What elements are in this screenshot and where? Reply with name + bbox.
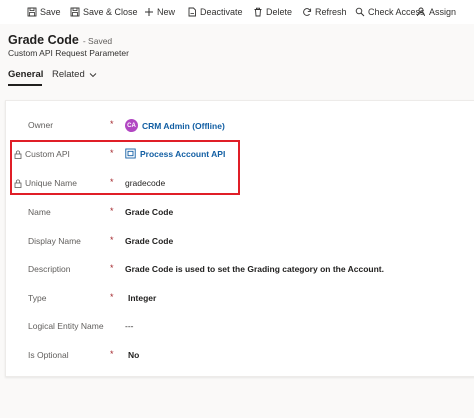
check-access-button[interactable]: Check Access	[355, 0, 425, 24]
save-and-close-label: Save & Close	[83, 7, 138, 17]
display-name-row: Display Name * Grade Code	[6, 233, 474, 253]
delete-label: Delete	[266, 7, 293, 17]
type-value[interactable]: Integer	[128, 293, 156, 303]
is-optional-label: Is Optional	[28, 350, 69, 360]
logical-entity-name-value[interactable]: ---	[125, 321, 134, 331]
unique-name-label-group: Unique Name	[14, 178, 77, 188]
display-name-value[interactable]: Grade Code	[125, 236, 173, 246]
is-optional-value[interactable]: No	[128, 350, 139, 360]
refresh-label: Refresh	[315, 7, 347, 17]
logical-entity-name-label: Logical Entity Name	[28, 321, 104, 331]
name-row: Name * Grade Code	[6, 204, 474, 224]
description-value[interactable]: Grade Code is used to set the Grading ca…	[125, 264, 384, 274]
unique-name-label: Unique Name	[25, 178, 77, 188]
save-button[interactable]: Save	[27, 0, 61, 24]
deactivate-button[interactable]: Deactivate	[187, 0, 243, 24]
custom-api-entity-icon	[125, 148, 136, 159]
save-label: Save	[40, 7, 61, 17]
delete-button[interactable]: Delete	[253, 0, 292, 24]
person-icon	[417, 7, 425, 17]
title-row: Grade Code - Saved	[8, 33, 112, 47]
custom-api-label-group: Custom API	[14, 149, 70, 159]
type-label: Type	[28, 293, 47, 303]
unique-name-row: Unique Name * gradecode	[6, 175, 474, 195]
record-title: Grade Code	[8, 33, 79, 47]
owner-label: Owner	[28, 120, 54, 130]
magnifier-icon	[355, 7, 365, 17]
refresh-icon	[303, 8, 312, 16]
assign-label: Assign	[429, 7, 457, 17]
display-name-label: Display Name	[28, 236, 81, 246]
required-indicator: *	[110, 177, 114, 187]
assign-button[interactable]: Assign	[416, 0, 456, 24]
required-indicator: *	[110, 292, 114, 302]
save-close-icon	[70, 7, 80, 17]
owner-value[interactable]: CRM Admin (Offline)	[142, 121, 225, 131]
save-and-close-button[interactable]: Save & Close	[70, 0, 138, 24]
tab-related-label: Related	[52, 69, 85, 80]
custom-api-lookup[interactable]: Process Account API	[125, 148, 225, 159]
new-button[interactable]: New	[144, 0, 175, 24]
selected-tab-indicator	[8, 84, 42, 86]
tab-general[interactable]: General	[8, 69, 43, 80]
name-label: Name	[28, 207, 51, 217]
trash-icon	[254, 7, 262, 17]
required-indicator: *	[110, 119, 114, 129]
description-row: Description * Grade Code is used to set …	[6, 261, 474, 281]
chevron-down-icon	[89, 72, 97, 77]
refresh-button[interactable]: Refresh	[302, 0, 347, 24]
lock-icon	[14, 179, 22, 188]
required-indicator: *	[110, 349, 114, 359]
required-indicator: *	[110, 206, 114, 216]
required-indicator: *	[110, 235, 114, 245]
unique-name-value[interactable]: gradecode	[125, 178, 165, 188]
record-header: Grade Code - Saved Custom API Request Pa…	[0, 24, 474, 92]
save-icon	[27, 7, 37, 17]
logical-entity-name-row: Logical Entity Name ---	[6, 318, 474, 338]
name-value[interactable]: Grade Code	[125, 207, 173, 217]
lock-icon	[14, 150, 22, 159]
required-indicator: *	[110, 148, 114, 158]
deactivate-icon	[188, 7, 196, 17]
plus-icon	[145, 8, 153, 16]
is-optional-row: Is Optional * No	[6, 347, 474, 367]
general-form-section: Owner * CA CRM Admin (Offline) Custom AP…	[5, 100, 474, 377]
owner-row: Owner * CA CRM Admin (Offline)	[6, 117, 474, 137]
custom-api-row: Custom API * Process Account API	[6, 146, 474, 166]
description-label: Description	[28, 264, 71, 274]
save-status: - Saved	[82, 36, 113, 46]
tab-related[interactable]: Related	[52, 69, 97, 80]
custom-api-value[interactable]: Process Account API	[140, 149, 225, 159]
avatar: CA	[125, 119, 138, 132]
command-bar: Save Save & Close New Deactivate Delete	[0, 0, 474, 25]
entity-name: Custom API Request Parameter	[8, 48, 129, 58]
custom-api-label: Custom API	[25, 149, 70, 159]
required-indicator: *	[110, 263, 114, 273]
new-label: New	[157, 7, 176, 17]
deactivate-label: Deactivate	[200, 7, 243, 17]
type-row: Type * Integer	[6, 290, 474, 310]
owner-lookup[interactable]: CA CRM Admin (Offline)	[125, 119, 225, 132]
